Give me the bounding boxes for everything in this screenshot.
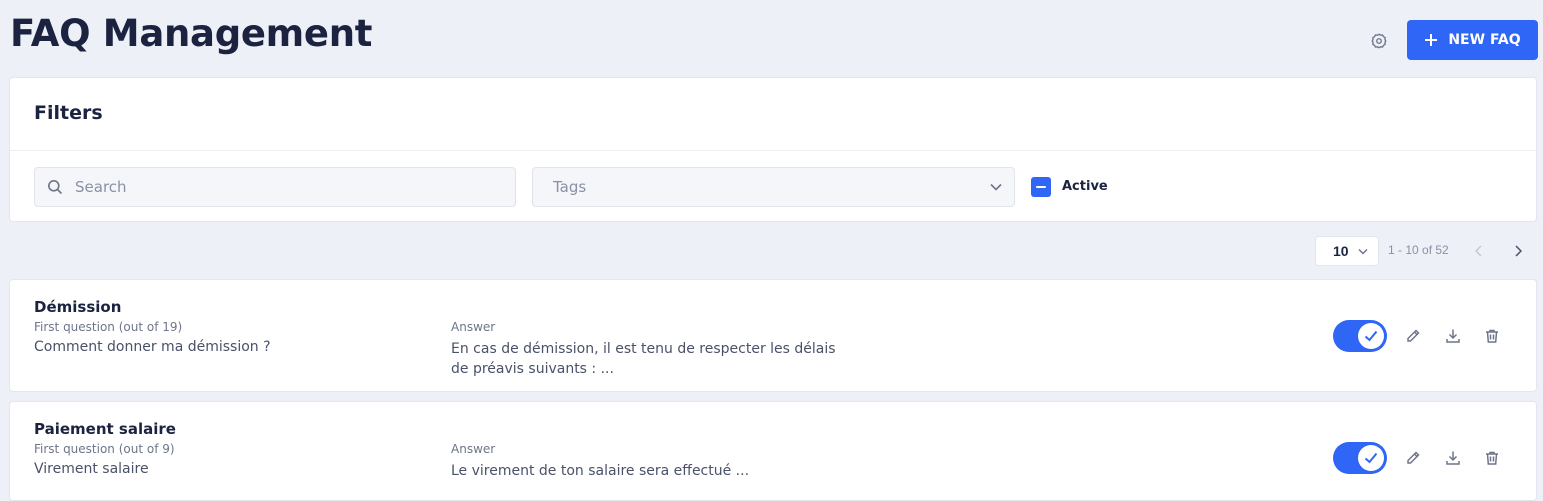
filters-panel: Filters Tags Active: [9, 77, 1537, 222]
page-title: FAQ Management: [10, 12, 373, 55]
plus-icon: [1424, 33, 1438, 47]
settings-button[interactable]: [1366, 28, 1392, 54]
pencil-icon: [1405, 328, 1421, 344]
tags-select[interactable]: Tags: [532, 167, 1015, 207]
prev-page-button[interactable]: [1471, 243, 1485, 259]
chevron-down-icon: [1358, 248, 1368, 255]
faq-answer-label: Answer: [451, 320, 496, 334]
faq-item: Paiement salaire First question (out of …: [9, 401, 1537, 501]
page-size-select[interactable]: 10: [1315, 236, 1379, 266]
faq-answer: En cas de démission, il est tenu de resp…: [451, 341, 836, 377]
next-page-button[interactable]: [1511, 243, 1525, 259]
divider: [10, 150, 1536, 151]
toggle-knob: [1358, 445, 1384, 471]
delete-button[interactable]: [1483, 327, 1501, 345]
toggle-knob: [1358, 323, 1384, 349]
faq-question: Comment donner ma démission ?: [34, 339, 271, 355]
faq-subtitle: First question (out of 19): [34, 320, 183, 334]
filters-title: Filters: [34, 102, 103, 124]
page-size-value: 10: [1333, 243, 1349, 259]
trash-icon: [1484, 328, 1500, 344]
edit-button[interactable]: [1404, 449, 1422, 467]
chevron-down-icon: [990, 183, 1002, 191]
indeterminate-icon: [1036, 186, 1046, 188]
edit-button[interactable]: [1404, 327, 1422, 345]
download-icon: [1445, 450, 1461, 466]
download-button[interactable]: [1444, 327, 1462, 345]
chevron-right-icon: [1514, 245, 1522, 257]
faq-subtitle: First question (out of 9): [34, 442, 175, 456]
download-icon: [1445, 328, 1461, 344]
pencil-icon: [1405, 450, 1421, 466]
search-field[interactable]: [34, 167, 516, 207]
chevron-left-icon: [1474, 245, 1482, 257]
active-label: Active: [1062, 179, 1108, 194]
tags-placeholder: Tags: [553, 178, 587, 196]
faq-question: Virement salaire: [34, 461, 149, 477]
pagination-range: 1 - 10 of 52: [1388, 243, 1449, 257]
new-faq-label: NEW FAQ: [1448, 32, 1521, 48]
faq-title: Paiement salaire: [34, 420, 176, 438]
delete-button[interactable]: [1483, 449, 1501, 467]
download-button[interactable]: [1444, 449, 1462, 467]
search-input[interactable]: [73, 177, 497, 197]
active-toggle[interactable]: [1333, 442, 1387, 474]
search-icon: [47, 179, 63, 195]
new-faq-button[interactable]: NEW FAQ: [1407, 20, 1538, 60]
faq-item: Démission First question (out of 19) Com…: [9, 279, 1537, 392]
check-icon: [1364, 452, 1378, 464]
gear-icon: [1370, 32, 1388, 50]
trash-icon: [1484, 450, 1500, 466]
faq-answer: Le virement de ton salaire sera effectué…: [451, 463, 750, 479]
faq-title: Démission: [34, 298, 122, 316]
active-checkbox[interactable]: [1031, 177, 1051, 197]
active-toggle[interactable]: [1333, 320, 1387, 352]
faq-answer-label: Answer: [451, 442, 496, 456]
check-icon: [1364, 330, 1378, 342]
